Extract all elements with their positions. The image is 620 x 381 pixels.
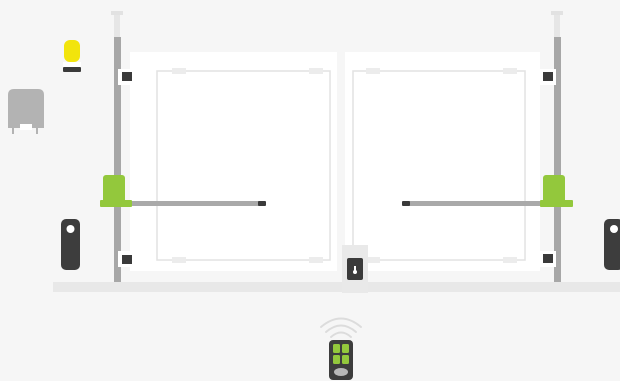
right-post-top [554,15,560,37]
control-unit-connector [20,124,32,130]
ground-stop-with-lock [342,245,368,293]
right-opener-arm [408,201,545,206]
left-gate-hinge-mark [172,68,186,74]
warning-lamp-dome [64,40,80,62]
remote-button-3 [333,355,340,364]
ground-line [53,282,620,292]
left-opener-motor [103,175,125,203]
remote-control [329,340,353,380]
right-gate-hinge-mark [366,68,380,74]
right-gate-leaf [345,52,540,271]
right-upper-hinge-pin [543,72,553,81]
left-gate-panel [130,52,337,271]
left-photocell [61,219,80,270]
remote-button-2 [342,344,349,353]
right-photocell-lens [610,225,618,233]
right-lower-hinge-pin [543,254,553,263]
right-opener-arm-tip [402,201,410,206]
right-opener-motor [543,175,565,203]
gate-automation-diagram [0,0,620,381]
right-gate-panel [345,52,540,271]
left-gate-leaf [130,52,337,271]
left-upper-hinge-pin [122,72,132,81]
right-post-cap [551,11,563,15]
left-gate-hinge-mark [309,257,323,263]
right-photocell [604,219,620,270]
right-gate-hinge-mark [366,257,380,263]
control-unit [8,89,44,134]
left-post-top [114,15,120,37]
right-gate-hinge-mark [503,68,517,74]
left-opener-arm-tip [258,201,266,206]
warning-lamp [63,40,81,72]
warning-lamp-base [63,67,81,72]
left-gate-hinge-mark [172,257,186,263]
right-gate-hinge-mark [503,257,517,263]
remote-button-4 [342,355,349,364]
warning-lamp-ring [63,62,81,67]
remote-indicator [334,368,348,376]
left-opener-arm [129,201,260,206]
left-post-cap [111,11,123,15]
remote-button-1 [333,344,340,353]
left-lower-hinge-pin [122,255,132,264]
left-photocell-lens [66,225,75,233]
right-opener-base [540,200,573,207]
left-opener-base [100,200,132,207]
left-gate-hinge-mark [309,68,323,74]
